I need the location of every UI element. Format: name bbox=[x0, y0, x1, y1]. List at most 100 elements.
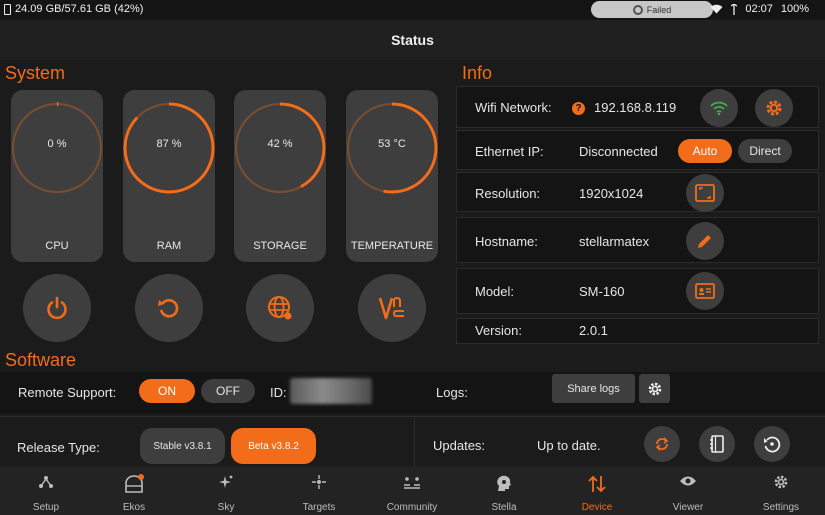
share-logs-button[interactable]: Share logs bbox=[552, 374, 635, 403]
nav-community[interactable]: Community bbox=[366, 466, 458, 515]
nav-stella[interactable]: Stella bbox=[458, 466, 550, 515]
wifi-settings-button[interactable] bbox=[755, 89, 793, 127]
id-label: ID: bbox=[270, 385, 287, 400]
ethernet-label: Ethernet IP: bbox=[475, 144, 544, 159]
gauge-label: RAM bbox=[156, 240, 182, 252]
software-section-title: Software bbox=[5, 350, 77, 370]
nav-viewer[interactable]: Viewer bbox=[642, 466, 734, 515]
model-row: Model: SM-160 bbox=[456, 268, 819, 314]
connection-status-pill[interactable]: Failed bbox=[591, 1, 713, 18]
changelog-button[interactable] bbox=[699, 426, 735, 462]
model-info-button[interactable] bbox=[686, 272, 724, 310]
gauge-value: 42 % bbox=[267, 138, 293, 150]
resolution-label: Resolution: bbox=[475, 186, 541, 201]
restore-button[interactable] bbox=[754, 426, 790, 462]
version-row: Version: 2.0.1 bbox=[456, 318, 819, 344]
status-ring-icon bbox=[632, 4, 643, 15]
nav-ekos-label: Ekos bbox=[122, 502, 146, 513]
release-row: Release Type: Stable v3.8.1 Beta v3.8.2 … bbox=[0, 418, 825, 466]
id-card-icon bbox=[695, 283, 715, 299]
nav-settings[interactable]: Settings bbox=[735, 466, 825, 515]
gauge-card-ram: 87 % RAM bbox=[123, 90, 215, 262]
wifi-signal-icon bbox=[710, 101, 728, 115]
hostname-value: stellarmatex bbox=[579, 234, 650, 249]
nav-setup[interactable]: Setup bbox=[0, 466, 92, 515]
community-icon bbox=[404, 477, 420, 489]
info-section-title: Info bbox=[462, 63, 493, 83]
beta-release-button[interactable]: Beta v3.8.2 bbox=[231, 428, 316, 464]
setup-icon bbox=[39, 476, 53, 488]
power-icon bbox=[47, 296, 67, 320]
version-value: 2.0.1 bbox=[579, 323, 608, 338]
wifi-row: Wifi Network: ? 192.168.8.119 bbox=[456, 86, 819, 128]
refresh-icon bbox=[655, 437, 669, 451]
power-button[interactable] bbox=[23, 274, 91, 342]
screen-resize-icon bbox=[695, 184, 715, 202]
nav-sky[interactable]: Sky bbox=[180, 466, 272, 515]
ethernet-direct-button[interactable]: Direct bbox=[738, 139, 792, 163]
ethernet-value: Disconnected bbox=[579, 144, 658, 159]
updates-status: Up to date. bbox=[537, 438, 601, 453]
page-title: Status bbox=[391, 32, 434, 48]
gauge-label: TEMPERATURE bbox=[350, 240, 434, 252]
nav-targets-label: Targets bbox=[302, 502, 336, 513]
vnc-button[interactable] bbox=[358, 274, 426, 342]
language-button[interactable] bbox=[246, 274, 314, 342]
gear-icon bbox=[648, 382, 661, 395]
ethernet-auto-button[interactable]: Auto bbox=[678, 139, 732, 163]
logs-label: Logs: bbox=[436, 385, 468, 400]
gauge-value: 53 °C bbox=[378, 138, 406, 150]
nav-settings-label: Settings bbox=[762, 502, 800, 513]
restart-icon bbox=[158, 298, 179, 318]
targets-icon bbox=[312, 475, 326, 489]
restart-button[interactable] bbox=[135, 274, 203, 342]
nav-device-label: Device bbox=[581, 502, 613, 513]
system-status-bar: 24.09 GB/57.61 GB (42%) Failed 02:07 100… bbox=[0, 0, 825, 20]
system-section-title: System bbox=[5, 63, 66, 83]
resolution-value: 1920x1024 bbox=[579, 186, 644, 201]
hostname-label: Hostname: bbox=[475, 234, 538, 249]
redacted-id-value bbox=[290, 378, 372, 404]
check-updates-button[interactable] bbox=[644, 426, 680, 462]
resolution-row: Resolution: 1920x1024 bbox=[456, 172, 819, 212]
gauge-card-storage: 42 % STORAGE bbox=[234, 90, 326, 262]
nav-device[interactable]: Device bbox=[551, 466, 643, 515]
wifi-signal-button[interactable] bbox=[700, 89, 738, 127]
help-icon[interactable]: ? bbox=[572, 102, 585, 115]
nav-sky-label: Sky bbox=[217, 502, 235, 513]
restore-icon bbox=[764, 436, 781, 453]
gauge-value: 0 % bbox=[47, 138, 67, 150]
wifi-icon bbox=[710, 4, 723, 14]
viewer-icon bbox=[680, 476, 696, 486]
resolution-button[interactable] bbox=[686, 174, 724, 212]
hostname-row: Hostname: stellarmatex bbox=[456, 217, 819, 263]
remote-support-label: Remote Support: bbox=[18, 385, 117, 400]
nav-ekos[interactable]: Ekos bbox=[88, 466, 180, 515]
wifi-label: Wifi Network: bbox=[475, 100, 552, 115]
nav-targets[interactable]: Targets bbox=[273, 466, 365, 515]
stella-icon bbox=[497, 475, 511, 491]
ekos-icon bbox=[125, 474, 144, 493]
logs-settings-button[interactable] bbox=[639, 374, 670, 403]
gauge-label: CPU bbox=[45, 240, 69, 252]
sky-icon bbox=[219, 475, 233, 488]
updates-label: Updates: bbox=[433, 438, 486, 453]
gear-icon bbox=[766, 100, 782, 116]
sd-card-icon bbox=[4, 3, 11, 15]
nav-setup-label: Setup bbox=[32, 502, 60, 513]
clock-text: 02:07 bbox=[745, 3, 773, 15]
app-bar: Status bbox=[0, 20, 825, 60]
remote-support-row: Remote Support: ON OFF ID: Logs: Share l… bbox=[0, 372, 825, 414]
connection-status-text: Failed bbox=[646, 4, 672, 15]
settings-icon bbox=[774, 475, 788, 489]
remote-support-off-button[interactable]: OFF bbox=[201, 379, 255, 403]
divider bbox=[414, 418, 415, 466]
release-type-label: Release Type: bbox=[17, 440, 100, 455]
vnc-icon bbox=[378, 296, 404, 320]
remote-support-on-button[interactable]: ON bbox=[139, 379, 195, 403]
stable-release-button[interactable]: Stable v3.8.1 bbox=[140, 428, 225, 464]
edit-hostname-button[interactable] bbox=[686, 222, 724, 260]
gauge-label: STORAGE bbox=[253, 240, 307, 252]
model-value: SM-160 bbox=[579, 284, 625, 299]
storage-text: 24.09 GB/57.61 GB (42%) bbox=[15, 3, 144, 15]
